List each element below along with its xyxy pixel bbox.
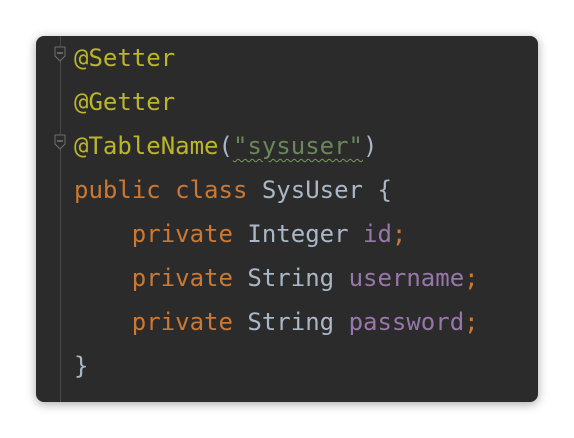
- field-name: password: [348, 308, 465, 336]
- code-line: @Setter: [74, 36, 175, 80]
- semicolon: ;: [464, 308, 479, 336]
- paren-close: ): [363, 132, 378, 160]
- semicolon: ;: [464, 264, 479, 292]
- fold-icon[interactable]: [54, 134, 66, 150]
- keyword-private: private: [131, 308, 233, 336]
- keyword-class: class: [175, 176, 248, 204]
- annotation-getter: @Getter: [74, 88, 176, 116]
- code-line: private Integer id;: [74, 212, 407, 256]
- field-name: id: [363, 220, 392, 248]
- code-line: @TableName("sysuser"): [74, 124, 377, 168]
- code-line: @Getter: [74, 80, 175, 124]
- type-name: String: [247, 264, 335, 292]
- keyword-public: public: [74, 176, 161, 204]
- code-line: private String username;: [74, 256, 479, 300]
- annotation-setter: @Setter: [74, 44, 176, 72]
- close-brace: }: [74, 352, 89, 380]
- keyword-private: private: [131, 264, 233, 292]
- code-editor[interactable]: @Setter @Getter @TableName("sysuser") pu…: [36, 36, 538, 402]
- annotation-tablename: @TableName: [74, 132, 219, 160]
- fold-icon[interactable]: [54, 46, 66, 62]
- code-line: private String password;: [74, 300, 479, 344]
- code-line: public class SysUser {: [74, 168, 392, 212]
- gutter-divider: [60, 36, 61, 402]
- table-name-string: "sysuser": [232, 132, 363, 160]
- open-brace: {: [377, 176, 392, 204]
- class-name: SysUser: [261, 176, 364, 204]
- type-name: Integer: [247, 220, 349, 248]
- type-name: String: [247, 308, 335, 336]
- code-line: }: [74, 344, 88, 388]
- paren-open: (: [218, 132, 233, 160]
- field-name: username: [348, 264, 465, 292]
- semicolon: ;: [391, 220, 407, 248]
- keyword-private: private: [131, 220, 233, 248]
